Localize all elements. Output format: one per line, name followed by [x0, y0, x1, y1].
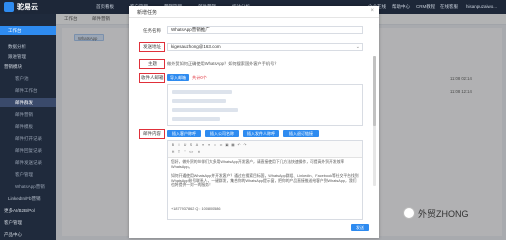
clear-format-icon[interactable]: ✕	[197, 150, 201, 154]
sidebar-item-send-records[interactable]: 邮件发送记录	[0, 158, 56, 167]
italic-icon[interactable]: I	[177, 143, 181, 147]
recipient-entry	[172, 90, 232, 94]
insert-sender-name-button[interactable]: 插入发件人称呼	[243, 130, 279, 137]
top-right-help[interactable]: 帮助中心	[392, 4, 410, 10]
top-right-tutorial[interactable]: CRM教程	[416, 4, 435, 10]
sidebar-item-workbench[interactable]: 工作台	[0, 26, 56, 35]
task-name-value: WhatsApp营销推广	[171, 27, 210, 32]
bold-icon[interactable]: B	[171, 143, 175, 147]
logo-icon	[4, 2, 14, 12]
sidebar-item-whatsapp[interactable]: WhatsApp营销	[0, 182, 56, 191]
sender-value: kigesauzhong@163.com	[171, 44, 221, 49]
sidebar-item-email-broadcast[interactable]: 邮件群发	[0, 98, 56, 107]
dialog-title: 新增任务	[137, 10, 158, 16]
sidebar: 工作台 数据分析 跟进管理 营销模块 客户池 邮件工作台 邮件群发 邮件营销 邮…	[0, 14, 56, 240]
sidebar-item-more[interactable]: 更多AI/B2B/Pol	[0, 206, 56, 215]
undo-icon[interactable]: ↶	[237, 143, 241, 147]
font-color-icon[interactable]: A	[195, 143, 199, 147]
sidebar-item-email-templates[interactable]: 邮件模板	[0, 122, 56, 131]
align-center-icon[interactable]: ≡	[207, 143, 211, 147]
body-paragraph: 如何开通使用WhatsApp并开发客户？通过在搜索目标国，WhatsApp群组、…	[171, 174, 359, 188]
app-name: 驼易云	[17, 4, 38, 11]
send-button[interactable]: 发送	[351, 224, 369, 231]
quote-icon[interactable]: "	[183, 150, 187, 154]
subject-label: 主题	[148, 61, 157, 66]
heading-icon[interactable]: H	[171, 150, 175, 154]
sender-label: 发送地址	[143, 44, 161, 49]
table-icon[interactable]: ▦	[231, 143, 235, 147]
insert-company-name-button[interactable]: 插入公司名称	[205, 130, 239, 137]
top-right-user[interactable]: hisanpuzaiwo...	[466, 4, 497, 9]
editor-toolbar: B I U S A ≡ ≡ • ∞ ▣ ▦ ↶ ↷ H T " <> ✕	[168, 141, 362, 158]
watermark-text: 外贸ZHONG	[418, 209, 469, 219]
sidebar-item-email-workbench[interactable]: 邮件工作台	[0, 86, 56, 95]
underline-icon[interactable]: U	[183, 143, 187, 147]
dialog-scrollbar[interactable]	[373, 56, 376, 186]
content-label: 邮件内容	[143, 131, 161, 136]
sidebar-item-followup[interactable]: 跟进管理	[0, 52, 56, 61]
dialog-header: 新增任务 ×	[129, 6, 379, 18]
watermark: 外贸ZHONG	[403, 206, 501, 222]
image-icon[interactable]: ▣	[225, 143, 229, 147]
body-paragraph: +1877937862 Q : 100800586	[171, 207, 221, 211]
scrollbar-thumb[interactable]	[373, 56, 376, 126]
code-icon[interactable]: <>	[189, 150, 193, 154]
task-name-label: 任务名称	[143, 28, 161, 33]
redo-icon[interactable]: ↷	[243, 143, 247, 147]
sidebar-item-marketing[interactable]: 营销模块	[0, 62, 56, 71]
sidebar-item-linkedin[interactable]: LinkedIn/Fb营销	[0, 194, 56, 203]
strikethrough-icon[interactable]: S	[189, 143, 193, 147]
chevron-down-icon: ⌄	[355, 44, 360, 50]
recipient-count: 共计0个	[192, 75, 207, 80]
close-icon[interactable]: ×	[370, 8, 374, 14]
insert-unsubscribe-button[interactable]: 插入退订链接	[283, 130, 319, 137]
sidebar-item-customer-pool[interactable]: 客户池	[0, 74, 56, 83]
recipients-label: 收件人邮箱	[141, 75, 164, 80]
sidebar-item-open-records[interactable]: 邮件打开记录	[0, 134, 56, 143]
link-icon[interactable]: ∞	[219, 143, 223, 147]
task-name-input[interactable]: WhatsApp营销推广	[167, 26, 363, 34]
sender-select[interactable]: kigesauzhong@163.com ⌄	[167, 43, 363, 51]
sidebar-item-email-marketing[interactable]: 邮件营销	[0, 110, 56, 119]
sidebar-item-customer-mgmt[interactable]: 客户管理	[0, 170, 56, 179]
font-size-icon[interactable]: T	[177, 150, 181, 154]
body-paragraph: 您好，做外贸的伙伴们大多用WhatsApp开发客户，请直接使用下几方法快速操作，…	[171, 160, 345, 169]
import-emails-button[interactable]: 导入邮箱	[167, 74, 189, 81]
top-right-service[interactable]: 在线客服	[440, 4, 458, 10]
recipient-entry	[172, 117, 220, 121]
list-icon[interactable]: •	[213, 143, 217, 147]
sidebar-item-products[interactable]: 产品中心	[0, 230, 56, 239]
recipient-entry	[172, 99, 226, 103]
new-task-dialog: 新增任务 × 任务名称 WhatsApp营销推广 发送地址 kigesauzho…	[129, 6, 379, 238]
recipients-textarea[interactable]	[167, 84, 363, 126]
top-menu-home[interactable]: 首页看板	[96, 4, 114, 10]
subject-text[interactable]: 做外贸如何正确使用WhatsApp？如何搜索国外客户手机号？	[167, 61, 278, 67]
sidebar-item-customers[interactable]: 客户管理	[0, 218, 56, 227]
sidebar-item-analytics[interactable]: 数据分析	[0, 42, 56, 51]
wechat-icon	[403, 207, 415, 219]
email-body-editor[interactable]: B I U S A ≡ ≡ • ∞ ▣ ▦ ↶ ↷ H T " <> ✕ 您好，…	[167, 140, 363, 220]
align-left-icon[interactable]: ≡	[201, 143, 205, 147]
recipient-entry	[172, 108, 238, 112]
insert-customer-name-button[interactable]: 插入客户称呼	[167, 130, 201, 137]
sidebar-item-reply-records[interactable]: 邮件回复记录	[0, 146, 56, 155]
